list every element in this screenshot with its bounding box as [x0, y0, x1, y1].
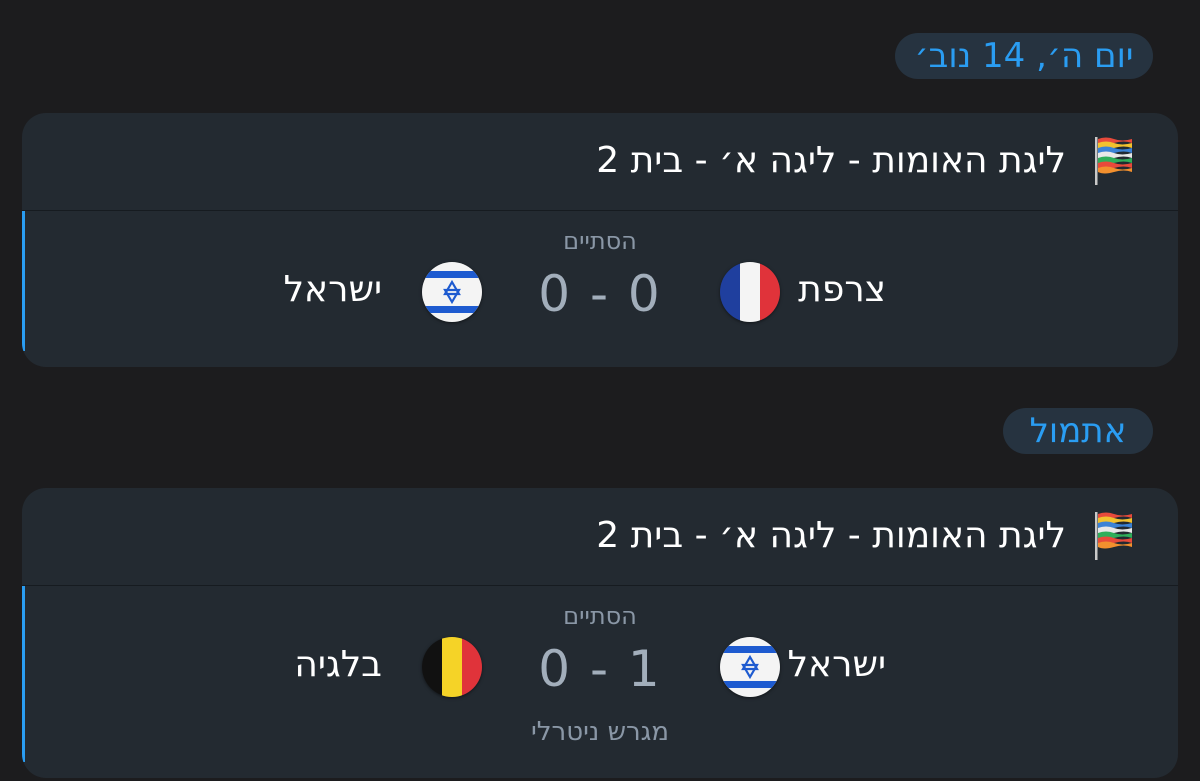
- match-row[interactable]: הסתיים ישראל 0 - 1 בלגיה מגרש ניטרלי: [22, 586, 1178, 778]
- match-row[interactable]: הסתיים צרפת 0 - 0 ישראל: [22, 211, 1178, 367]
- match-card: ליגת האומות - ליגה א׳ - בית 2 הסתיים צרפ…: [22, 113, 1178, 367]
- match-status: הסתיים: [563, 602, 637, 630]
- belgium-flag-icon: [422, 637, 482, 697]
- nations-league-flag-icon: [1095, 137, 1132, 185]
- match-card: ליגת האומות - ליגה א׳ - בית 2 הסתיים ישר…: [22, 488, 1178, 778]
- date-pill: יום ה׳, 14 נוב׳: [895, 33, 1153, 79]
- league-title: ליגת האומות - ליגה א׳ - בית 2: [596, 515, 1066, 556]
- date-pill: אתמול: [1003, 408, 1153, 454]
- league-title: ליגת האומות - ליגה א׳ - בית 2: [596, 140, 1066, 181]
- match-score: 0 - 1: [538, 640, 662, 698]
- match-status: הסתיים: [563, 227, 637, 255]
- away-team-name: ישראל: [283, 269, 382, 310]
- match-score: 0 - 0: [538, 265, 662, 323]
- matches-page: יום ה׳, 14 נוב׳ ליגת האומות - ליגה א׳ - …: [0, 0, 1200, 781]
- away-team-name: בלגיה: [294, 644, 382, 685]
- nations-league-flag-icon: [1095, 512, 1132, 560]
- league-header[interactable]: ליגת האומות - ליגה א׳ - בית 2: [22, 488, 1178, 586]
- venue-label: מגרש ניטרלי: [530, 717, 670, 747]
- israel-flag-icon: [422, 262, 482, 322]
- league-header[interactable]: ליגת האומות - ליגה א׳ - בית 2: [22, 113, 1178, 211]
